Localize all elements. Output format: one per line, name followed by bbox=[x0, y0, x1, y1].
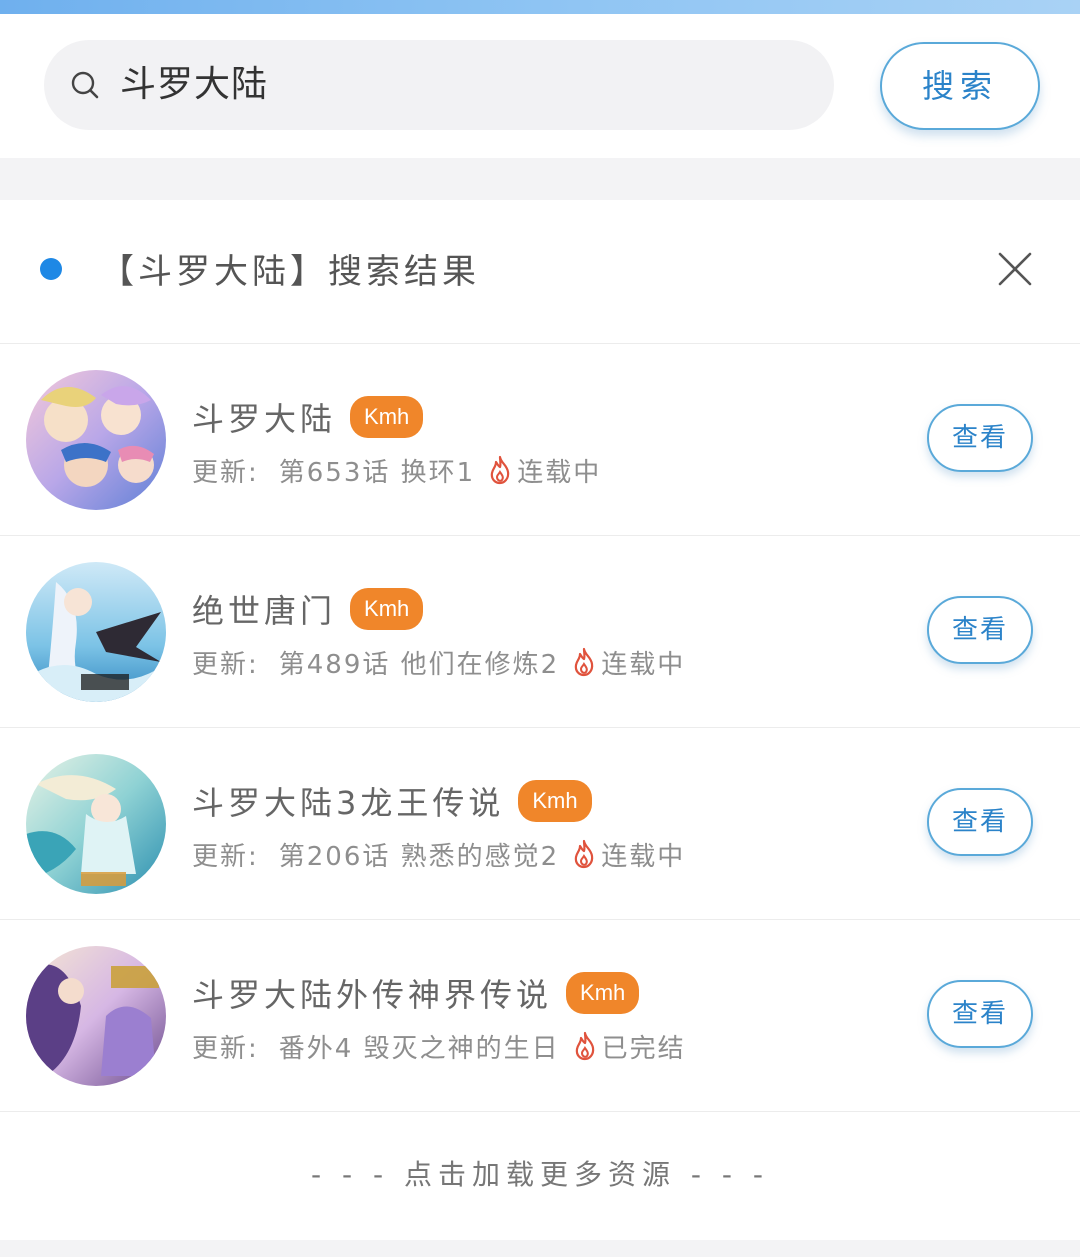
view-button[interactable]: 查看 bbox=[927, 788, 1033, 856]
results-header: 【斗罗大陆】搜索结果 bbox=[0, 200, 1080, 344]
status-text: 连载中 bbox=[517, 457, 602, 488]
fire-icon bbox=[490, 455, 510, 485]
search-query-text: 斗罗大陆 bbox=[120, 64, 269, 105]
search-bar: 斗罗大陆 搜索 bbox=[0, 14, 1080, 158]
cover-image bbox=[26, 754, 166, 894]
list-item[interactable]: 绝世唐门 Kmh 更新: 第489话 他们在修炼2 连载中 查看 bbox=[0, 536, 1080, 728]
load-more-link[interactable]: - - - 点击加载更多资源 - - - bbox=[0, 1120, 1080, 1230]
list-item[interactable]: 斗罗大陆 Kmh 更新: 第653话 换环1 连载中 查看 bbox=[0, 344, 1080, 536]
source-tag: Kmh bbox=[350, 396, 424, 438]
latest-chapter: 番外4 毁灭之神的生日 bbox=[278, 1033, 560, 1064]
results-panel: 【斗罗大陆】搜索结果 斗罗大陆 Kmh 更新: 第653话 换环1 连载中 查看… bbox=[0, 200, 1080, 1240]
item-title: 斗罗大陆 bbox=[192, 400, 337, 438]
close-icon[interactable] bbox=[996, 250, 1034, 288]
view-button[interactable]: 查看 bbox=[927, 980, 1033, 1048]
update-label: 更新: bbox=[192, 841, 259, 872]
status-text: 连载中 bbox=[601, 649, 686, 680]
results-title: 【斗罗大陆】搜索结果 bbox=[100, 252, 480, 292]
cover-image bbox=[26, 370, 166, 510]
item-title: 绝世唐门 bbox=[192, 592, 337, 630]
header-dot bbox=[40, 258, 62, 280]
status-text: 已完结 bbox=[601, 1033, 686, 1064]
latest-chapter: 第206话 熟悉的感觉2 bbox=[278, 841, 560, 872]
list-item[interactable]: 斗罗大陆外传神界传说 Kmh 更新: 番外4 毁灭之神的生日 已完结 查看 bbox=[0, 920, 1080, 1112]
item-title: 斗罗大陆外传神界传说 bbox=[192, 976, 553, 1014]
cover-image bbox=[26, 562, 166, 702]
fire-icon bbox=[575, 1031, 594, 1061]
search-icon bbox=[71, 71, 99, 99]
search-input[interactable]: 斗罗大陆 bbox=[44, 40, 834, 130]
cover-image bbox=[26, 946, 166, 1086]
results-list: 斗罗大陆 Kmh 更新: 第653话 换环1 连载中 查看 绝世唐门 Kmh 更… bbox=[0, 344, 1080, 1112]
source-tag: Kmh bbox=[350, 588, 424, 630]
fire-icon bbox=[574, 839, 594, 869]
list-item[interactable]: 斗罗大陆3龙王传说 Kmh 更新: 第206话 熟悉的感觉2 连载中 查看 bbox=[0, 728, 1080, 920]
view-button[interactable]: 查看 bbox=[927, 404, 1033, 472]
source-tag: Kmh bbox=[518, 780, 592, 822]
status-text: 连载中 bbox=[601, 841, 686, 872]
update-label: 更新: bbox=[192, 457, 259, 488]
latest-chapter: 第489话 他们在修炼2 bbox=[278, 649, 560, 680]
source-tag: Kmh bbox=[566, 972, 640, 1014]
fire-icon bbox=[574, 647, 594, 677]
top-status-strip bbox=[0, 0, 1080, 14]
section-divider bbox=[0, 158, 1080, 200]
update-label: 更新: bbox=[192, 1033, 259, 1064]
latest-chapter: 第653话 换环1 bbox=[278, 457, 476, 488]
item-title: 斗罗大陆3龙王传说 bbox=[192, 784, 505, 822]
view-button[interactable]: 查看 bbox=[927, 596, 1033, 664]
search-button[interactable]: 搜索 bbox=[880, 42, 1040, 130]
update-label: 更新: bbox=[192, 649, 259, 680]
